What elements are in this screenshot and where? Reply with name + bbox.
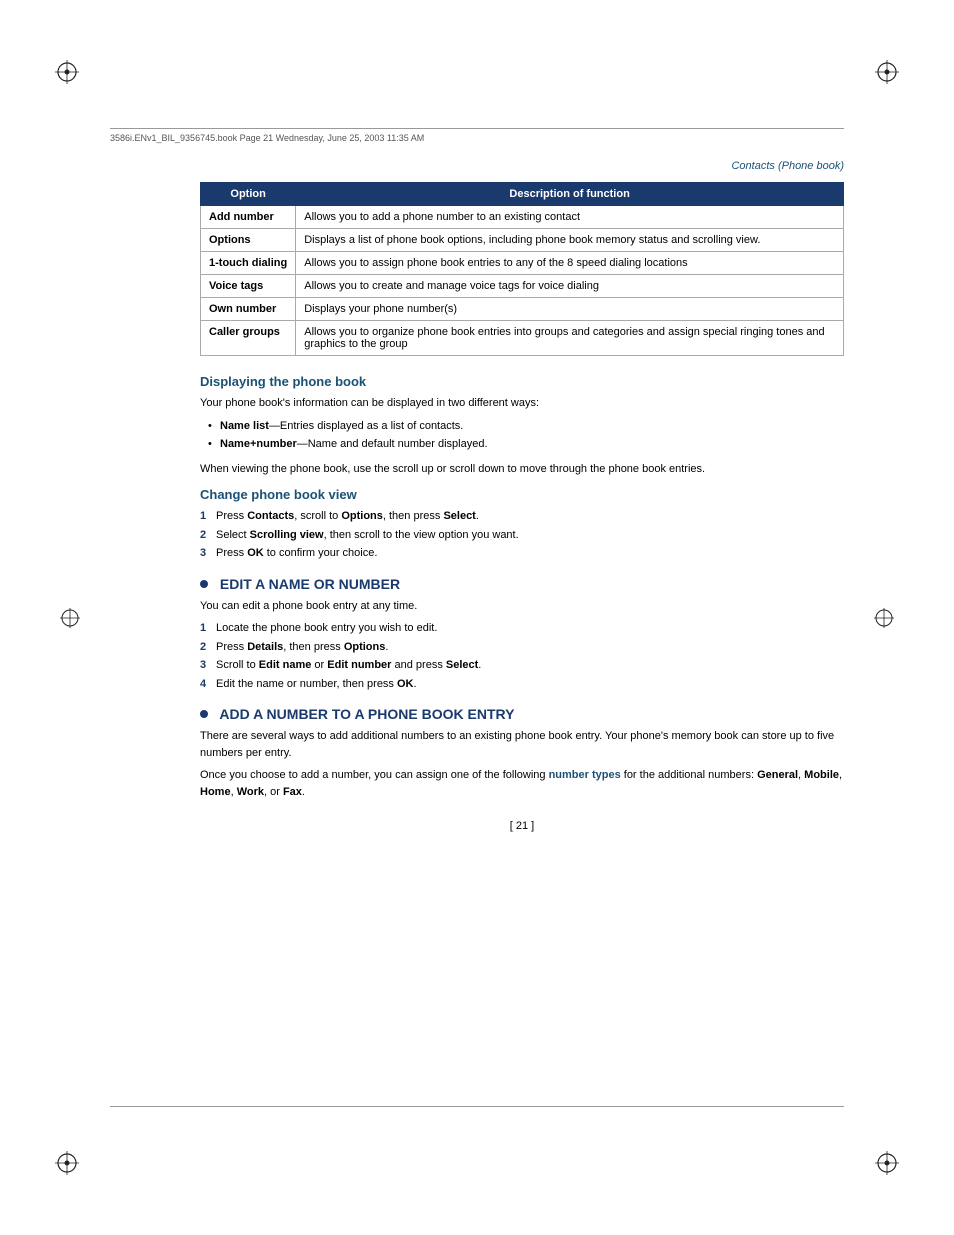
header-text: 3586i.ENv1_BIL_9356745.book Page 21 Wedn… — [110, 133, 424, 143]
table-cell-description: Displays your phone number(s) — [296, 298, 844, 321]
displaying-intro: Your phone book's information can be dis… — [200, 395, 844, 412]
reg-mark-bottom-left — [55, 1139, 91, 1175]
table-row: Caller groupsAllows you to organize phon… — [201, 321, 844, 356]
header-line: 3586i.ENv1_BIL_9356745.book Page 21 Wedn… — [110, 128, 844, 143]
page-container: 3586i.ENv1_BIL_9356745.book Page 21 Wedn… — [0, 0, 954, 1235]
step-1: 1Press Contacts, scroll to Options, then… — [200, 508, 844, 525]
edit-steps: 1Locate the phone book entry you wish to… — [200, 620, 844, 692]
table-row: Add numberAllows you to add a phone numb… — [201, 206, 844, 229]
edit-step-1: 1Locate the phone book entry you wish to… — [200, 620, 844, 637]
step-3: 3Press OK to confirm your choice. — [200, 545, 844, 562]
reg-mark-top-left — [55, 60, 91, 96]
reg-mark-mid-left — [55, 603, 85, 633]
step-2-num: 2 — [200, 527, 206, 544]
table-cell-option: Options — [201, 229, 296, 252]
table-cell-option: Caller groups — [201, 321, 296, 356]
add-number-para2: Once you choose to add a number, you can… — [200, 767, 844, 800]
page-number: [ 21 ] — [200, 820, 844, 832]
table-cell-description: Allows you to organize phone book entrie… — [296, 321, 844, 356]
change-view-heading: Change phone book view — [200, 487, 844, 502]
step-3-num: 3 — [200, 545, 206, 562]
table-cell-option: Add number — [201, 206, 296, 229]
edit-heading-text: EDIT A NAME OR NUMBER — [220, 576, 400, 592]
section-displaying: Displaying the phone book Your phone boo… — [200, 374, 844, 477]
bottom-line — [110, 1106, 844, 1107]
bullet-name-number-bold: Name+number — [220, 438, 297, 450]
bullet-name-list: Name list—Entries displayed as a list of… — [208, 418, 844, 435]
add-number-heading-text: ADD A NUMBER TO A PHONE BOOK ENTRY — [219, 706, 514, 722]
add-number-para2-prefix: Once you choose to add a number, you can… — [200, 769, 549, 781]
add-number-heading: ADD A NUMBER TO A PHONE BOOK ENTRY — [200, 706, 844, 722]
edit-step-2: 2Press Details, then press Options. — [200, 639, 844, 656]
displaying-bullets: Name list—Entries displayed as a list of… — [208, 418, 844, 453]
table-header-option: Option — [201, 183, 296, 206]
table-cell-option: Own number — [201, 298, 296, 321]
add-number-bullet-dot — [200, 710, 208, 718]
section-edit: EDIT A NAME OR NUMBER You can edit a pho… — [200, 576, 844, 693]
edit-intro: You can edit a phone book entry at any t… — [200, 598, 844, 615]
add-number-link: number types — [549, 769, 621, 781]
bullet-name-list-bold: Name list — [220, 420, 269, 432]
displaying-note: When viewing the phone book, use the scr… — [200, 461, 844, 478]
table-cell-option: Voice tags — [201, 275, 296, 298]
reg-mark-bottom-right — [863, 1139, 899, 1175]
bullet-name-list-text: —Entries displayed as a list of contacts… — [269, 420, 463, 432]
table-cell-description: Allows you to create and manage voice ta… — [296, 275, 844, 298]
table-row: Voice tagsAllows you to create and manag… — [201, 275, 844, 298]
table-cell-option: 1-touch dialing — [201, 252, 296, 275]
page-title: Contacts (Phone book) — [200, 160, 844, 172]
section-add-number: ADD A NUMBER TO A PHONE BOOK ENTRY There… — [200, 706, 844, 800]
table-row: OptionsDisplays a list of phone book opt… — [201, 229, 844, 252]
edit-heading: EDIT A NAME OR NUMBER — [200, 576, 844, 592]
add-number-para1: There are several ways to add additional… — [200, 728, 844, 761]
step-1-num: 1 — [200, 508, 206, 525]
section-change-view: Change phone book view 1Press Contacts, … — [200, 487, 844, 562]
displaying-heading: Displaying the phone book — [200, 374, 844, 389]
change-view-steps: 1Press Contacts, scroll to Options, then… — [200, 508, 844, 562]
main-content: Contacts (Phone book) Option Description… — [200, 160, 844, 842]
reg-mark-top-right — [863, 60, 899, 96]
table-header-description: Description of function — [296, 183, 844, 206]
bullet-name-number: Name+number—Name and default number disp… — [208, 436, 844, 453]
edit-bullet-dot — [200, 580, 208, 588]
bullet-name-number-text: —Name and default number displayed. — [297, 438, 488, 450]
table-cell-description: Allows you to add a phone number to an e… — [296, 206, 844, 229]
edit-step-3: 3Scroll to Edit name or Edit number and … — [200, 657, 844, 674]
edit-step-4: 4Edit the name or number, then press OK. — [200, 676, 844, 693]
table-cell-description: Allows you to assign phone book entries … — [296, 252, 844, 275]
table-cell-description: Displays a list of phone book options, i… — [296, 229, 844, 252]
table-row: Own numberDisplays your phone number(s) — [201, 298, 844, 321]
reg-mark-mid-right — [869, 603, 899, 633]
table-row: 1-touch dialingAllows you to assign phon… — [201, 252, 844, 275]
options-table: Option Description of function Add numbe… — [200, 182, 844, 356]
step-2: 2Select Scrolling view, then scroll to t… — [200, 527, 844, 544]
